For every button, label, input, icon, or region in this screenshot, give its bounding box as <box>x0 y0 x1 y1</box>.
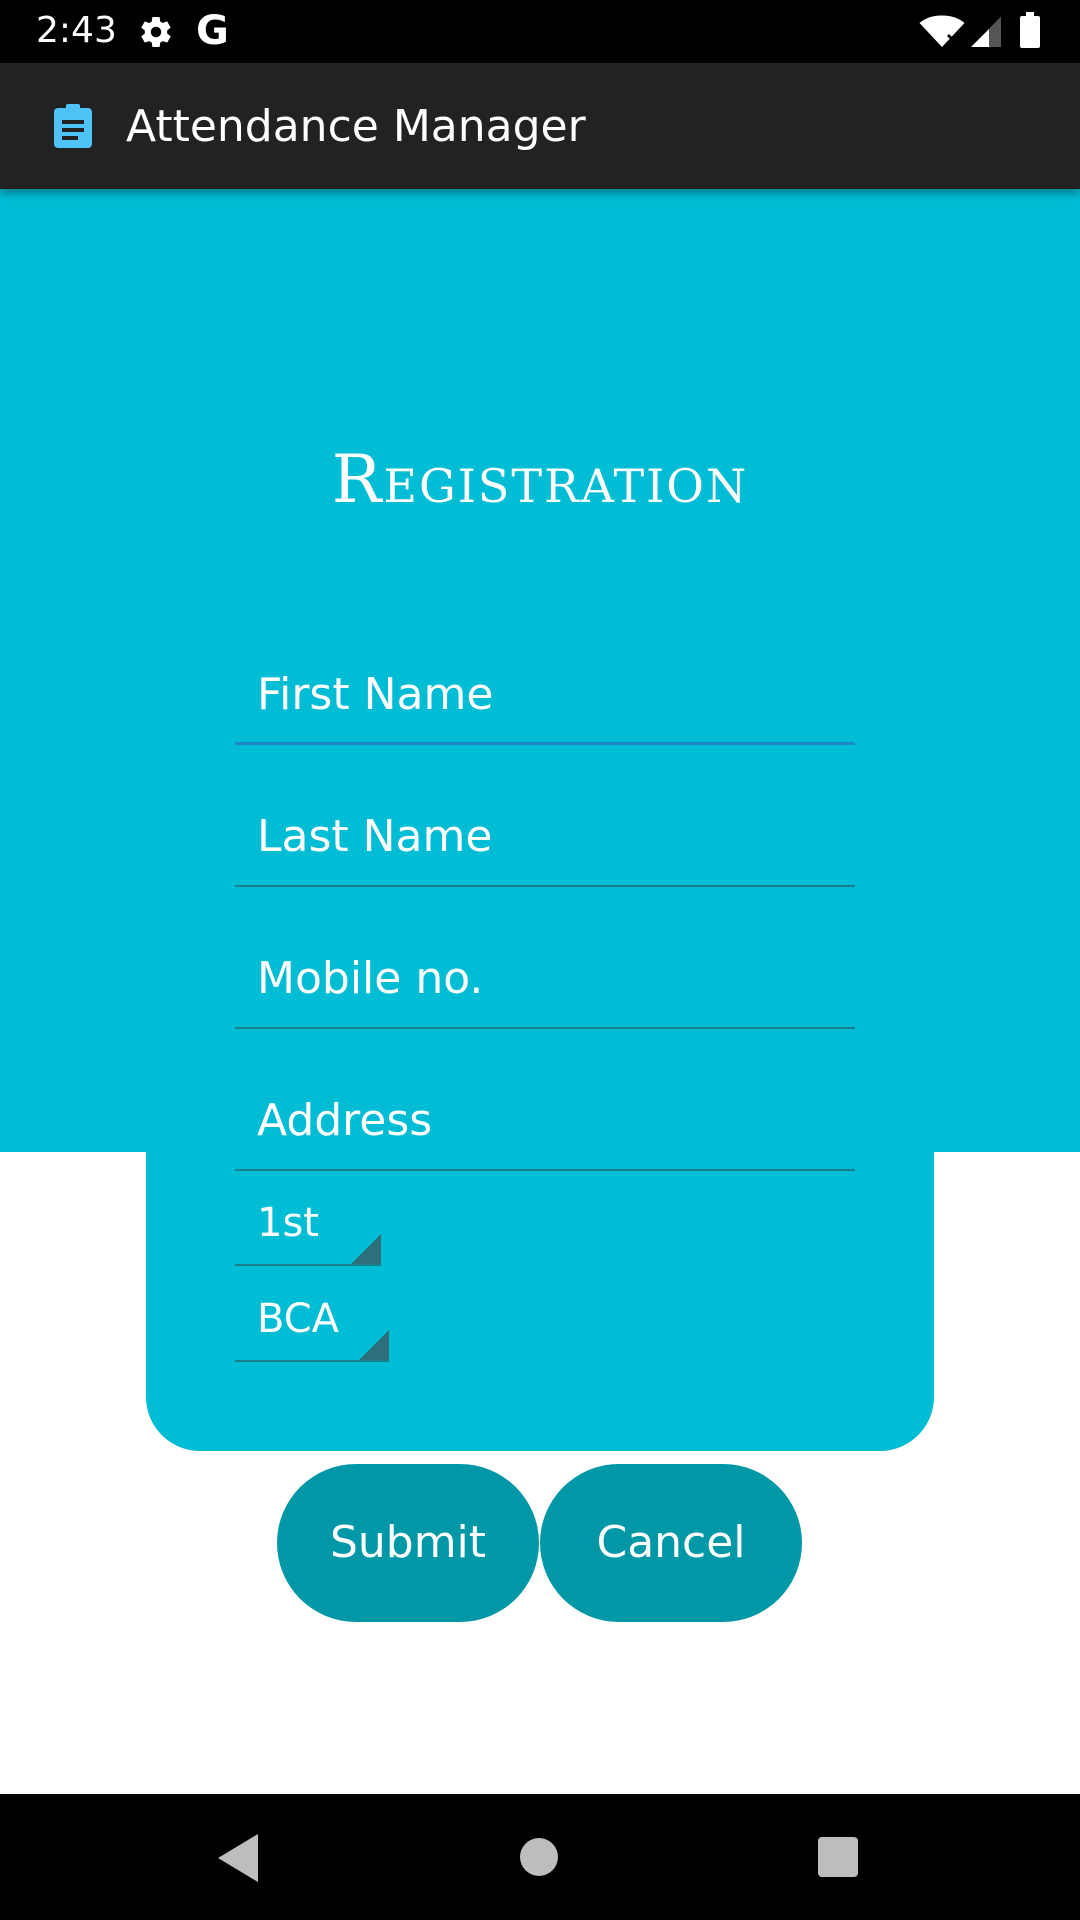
wifi-icon <box>918 14 966 50</box>
year-spinner-underline <box>235 1264 381 1266</box>
mobile-input[interactable] <box>235 929 855 1027</box>
cancel-button[interactable]: Cancel <box>540 1464 802 1622</box>
address-input[interactable] <box>235 1071 855 1169</box>
registration-title: Registration <box>331 441 749 518</box>
address-underline <box>235 1169 855 1171</box>
gear-icon <box>138 14 174 50</box>
course-spinner-underline <box>235 1360 389 1362</box>
course-spinner-value: BCA <box>257 1296 340 1342</box>
address-field <box>235 1071 855 1171</box>
last-name-underline <box>235 885 855 887</box>
back-icon[interactable] <box>218 1834 258 1882</box>
clipboard-icon <box>54 104 92 148</box>
dropdown-arrow-icon <box>351 1234 381 1264</box>
dropdown-arrow-icon <box>359 1330 389 1360</box>
year-spinner[interactable]: 1st <box>235 1192 381 1266</box>
google-icon: G <box>196 8 229 54</box>
first-name-field <box>235 645 855 745</box>
first-name-underline <box>235 742 855 745</box>
app-bar: Attendance Manager <box>0 63 1080 189</box>
last-name-input[interactable] <box>235 787 855 885</box>
submit-button[interactable]: Submit <box>277 1464 539 1622</box>
battery-icon <box>1020 12 1040 48</box>
app-title: Attendance Manager <box>126 101 586 152</box>
signal-icon <box>968 14 1004 50</box>
navigation-bar <box>0 1794 1080 1920</box>
year-spinner-value: 1st <box>257 1200 319 1246</box>
status-bar: 2:43 G <box>0 0 1080 63</box>
last-name-field <box>235 787 855 887</box>
mobile-underline <box>235 1027 855 1029</box>
status-time: 2:43 <box>36 10 117 51</box>
home-icon[interactable] <box>520 1838 558 1876</box>
recents-icon[interactable] <box>818 1837 858 1877</box>
first-name-input[interactable] <box>235 645 855 743</box>
mobile-field <box>235 929 855 1029</box>
course-spinner[interactable]: BCA <box>235 1288 389 1362</box>
